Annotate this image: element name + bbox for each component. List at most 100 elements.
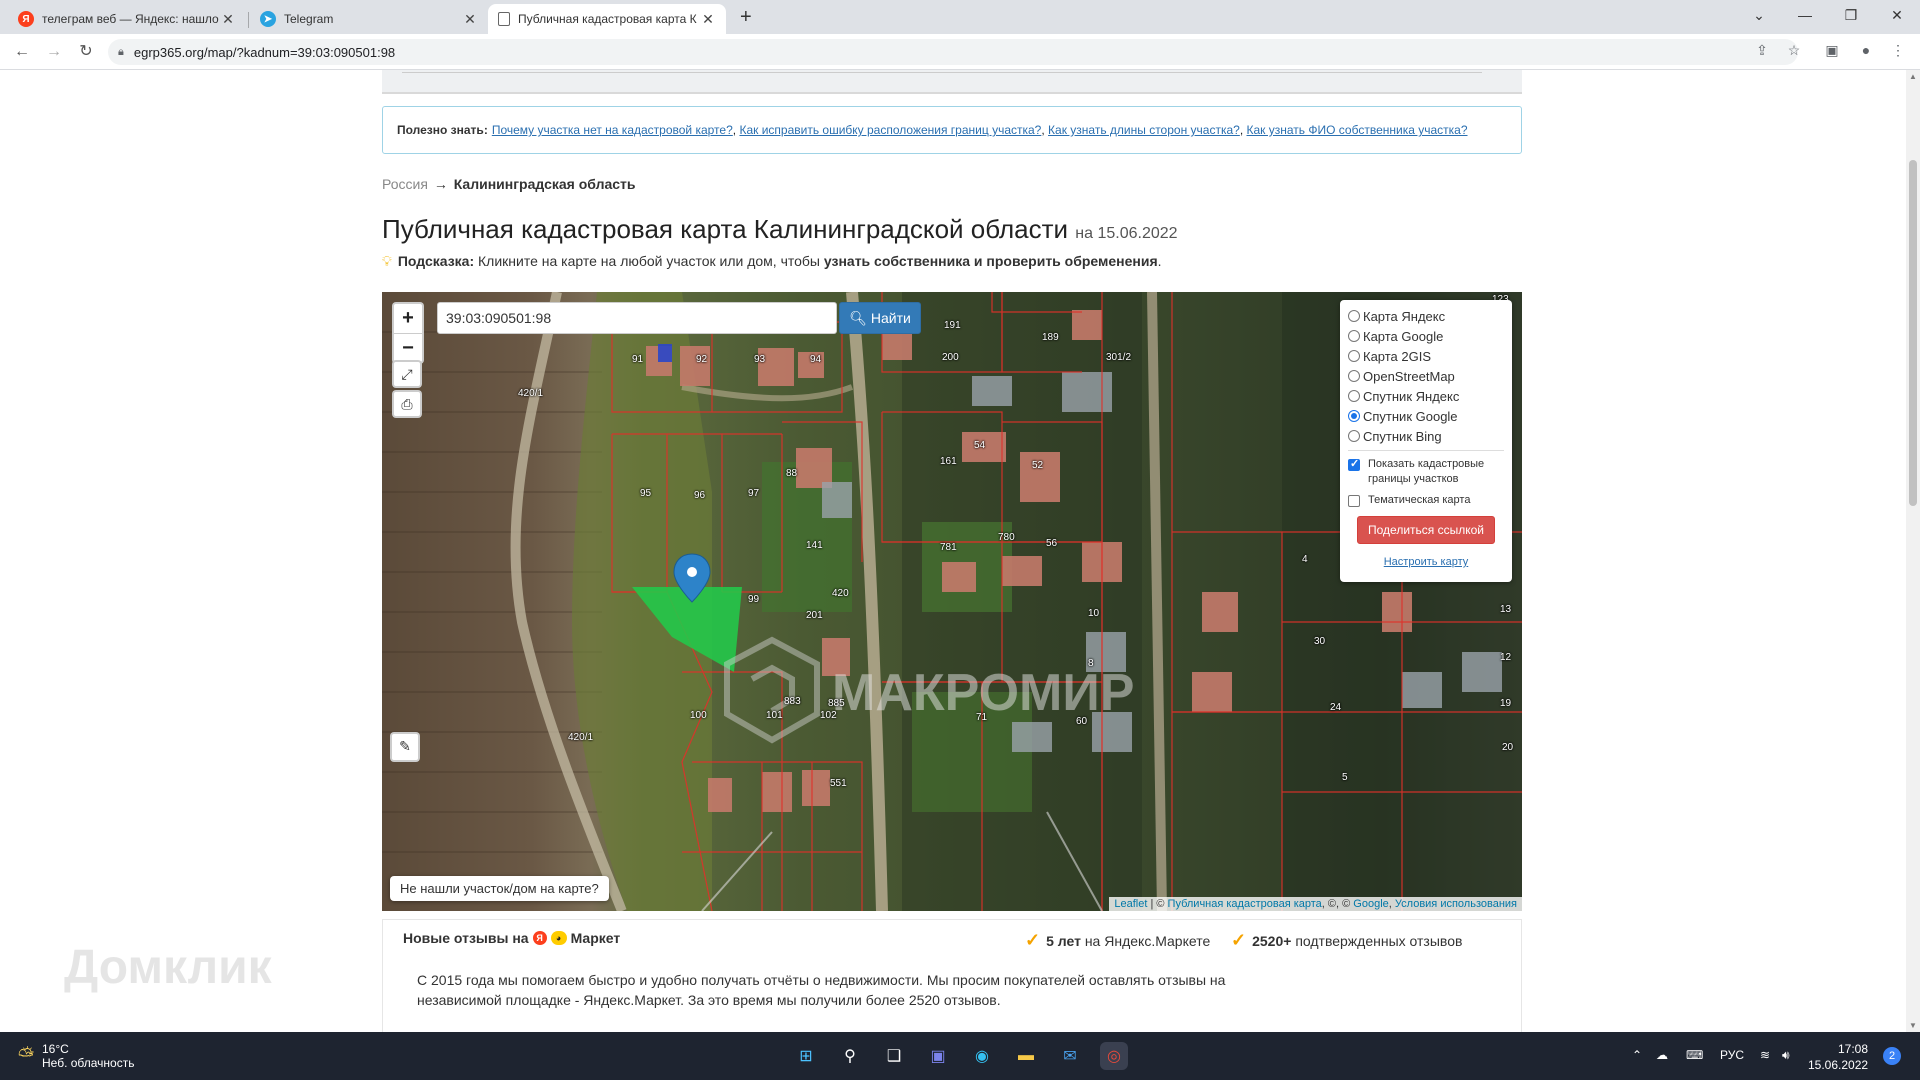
scroll-up-icon[interactable]: ▲ [1906,72,1920,81]
weather-widget[interactable]: ⛅︎ 16°C Неб. облачность [18,1042,134,1070]
scrollbar-thumb[interactable] [1909,160,1917,506]
tab-telegram[interactable]: ➤ Telegram ✕ [250,4,488,34]
ruler-icon[interactable]: ✎ [390,732,420,762]
checkbox-checked-icon[interactable] [1348,457,1360,472]
wifi-icon[interactable]: ≋ [1760,1048,1770,1062]
tray-chevron-icon[interactable]: ⌃ [1632,1048,1642,1062]
file-explorer-icon[interactable]: ▬ [1012,1042,1040,1070]
network-alert-icon[interactable]: ☁ [1656,1048,1668,1062]
radio-icon[interactable] [1348,330,1360,342]
parcel-number-label: 20 [1502,742,1514,753]
parcel-number-label: 4 [1302,554,1308,565]
edge-icon[interactable]: ◉ [968,1042,996,1070]
link-side-lengths[interactable]: Как узнать длины сторон участка? [1048,123,1240,137]
close-tab-icon[interactable]: ✕ [700,11,716,28]
breadcrumb-root[interactable]: Россия [382,176,428,192]
radio-icon[interactable] [1348,430,1360,442]
vertical-scrollbar[interactable]: ▲ ▼ [1906,70,1920,1032]
tab-search-icon[interactable]: ⌄ [1736,4,1782,26]
checkbox-icon[interactable] [1348,495,1360,507]
parcel-number-label: 10 [1088,608,1100,619]
reload-icon[interactable]: ↻ [74,41,98,63]
configure-map-link[interactable]: Настроить карту [1348,556,1504,568]
share-icon[interactable]: ⇪ [1752,42,1772,59]
link-owner-name[interactable]: Как узнать ФИО собственника участка? [1247,123,1468,137]
terms-link[interactable]: Условия использования [1395,898,1517,910]
layer-option-yandex-satellite[interactable]: Спутник Яндекс [1348,386,1504,406]
chrome-icon[interactable]: ◎ [1100,1042,1128,1070]
radio-icon[interactable] [1348,350,1360,362]
link-fix-boundary[interactable]: Как исправить ошибку расположения границ… [739,123,1041,137]
fullscreen-icon[interactable]: ⤢ [392,360,422,388]
radio-selected-icon[interactable] [1348,410,1360,422]
mail-icon[interactable]: ✉ [1056,1042,1084,1070]
notification-badge[interactable]: 2 [1883,1047,1901,1065]
useful-info-box: Полезно знать: Почему участка нет на кад… [382,106,1522,154]
cadastral-map[interactable]: МАКРОМИР 91 92 93 94 420/1 95 96 97 88 99 141 201 42… [382,292,1522,911]
domclick-watermark: Домклик [64,941,272,994]
radio-icon[interactable] [1348,310,1360,322]
radio-icon[interactable] [1348,390,1360,402]
side-panel-icon[interactable]: ▣ [1822,42,1842,59]
parcel-number-label: 780 [998,532,1015,543]
keyboard-icon[interactable]: ⌨ [1686,1048,1703,1062]
minimize-icon[interactable]: — [1782,4,1828,26]
url-text: egrp365.org/map/?kadnum=39:03:090501:98 [133,44,396,60]
layer-option-bing-satellite[interactable]: Спутник Bing [1348,426,1504,446]
bookmark-star-icon[interactable]: ☆ [1784,42,1804,59]
parcel-number-label: 781 [940,542,957,553]
page-title-date: на 15.06.2022 [1075,225,1178,242]
close-window-icon[interactable]: ✕ [1874,4,1920,26]
page-viewport: Полезно знать: Почему участка нет на кад… [0,70,1906,1032]
back-icon[interactable]: ← [10,41,34,63]
cadastral-number-input[interactable] [437,302,837,334]
close-tab-icon[interactable]: ✕ [462,11,478,28]
task-view-icon[interactable]: ❑ [880,1042,908,1070]
layer-option-2gis-map[interactable]: Карта 2GIS [1348,346,1504,366]
parcel-number-label: 100 [690,710,707,721]
partly-cloudy-icon: ⛅︎ [18,1045,34,1067]
zoom-out-button[interactable]: − [394,333,422,362]
overlay-thematic-map[interactable]: Тематическая карта [1348,493,1504,508]
layer-option-google-satellite[interactable]: Спутник Google [1348,406,1504,426]
input-language[interactable]: РУС [1720,1048,1744,1062]
maximize-icon[interactable]: ❐ [1828,4,1874,26]
find-button[interactable]: 🔍︎ Найти [839,302,921,334]
close-tab-icon[interactable]: ✕ [220,11,236,28]
layer-label: Карта Яндекс [1363,308,1446,324]
tab-label: Telegram [284,12,334,26]
zoom-in-button[interactable]: + [394,304,422,333]
search-icon[interactable]: ⚲ [836,1042,864,1070]
menu-kebab-icon[interactable]: ⋮ [1888,42,1908,59]
leaflet-link[interactable]: Leaflet [1114,898,1147,910]
overlay-cadastral-borders[interactable]: Показать кадастровые границы участков [1348,457,1504,487]
radio-icon[interactable] [1348,370,1360,382]
parcel-number-label: 54 [974,440,986,451]
layer-switcher: Карта Яндекс Карта Google Карта 2GIS Ope… [1340,300,1512,582]
lock-icon[interactable]: 🔒︎ [118,46,124,59]
layer-option-yandex-map[interactable]: Карта Яндекс [1348,306,1504,326]
google-link[interactable]: Google [1353,898,1388,910]
parcel-number-label: 56 [1046,538,1058,549]
layer-option-google-map[interactable]: Карта Google [1348,326,1504,346]
parcel-number-label: 161 [940,456,957,467]
clock[interactable]: 17:08 15.06.2022 [1808,1041,1868,1073]
tab-cadastral-map[interactable]: Публичная кадастровая карта К ✕ [488,4,726,34]
not-found-button[interactable]: Не нашли участок/дом на карте? [390,876,609,901]
parcel-number-label: 94 [810,354,822,365]
tab-yandex-search[interactable]: Я телеграм веб — Яндекс: нашло ✕ [8,4,246,34]
share-link-button[interactable]: Поделиться ссылкой [1357,516,1495,544]
parcel-number-label: 5 [1342,772,1348,783]
forward-icon[interactable]: → [42,41,66,63]
address-bar[interactable]: 🔒︎ egrp365.org/map/?kadnum=39:03:090501:… [108,39,1798,65]
print-icon[interactable]: ⎙ [392,390,422,418]
windows-start-icon[interactable]: ⊞ [792,1042,820,1070]
layer-option-osm[interactable]: OpenStreetMap [1348,366,1504,386]
scroll-down-icon[interactable]: ▼ [1906,1021,1920,1030]
volume-icon[interactable]: 🔊︎ [1782,1048,1790,1063]
new-tab-icon[interactable]: + [740,6,752,29]
link-no-parcel[interactable]: Почему участка нет на кадастровой карте? [492,123,733,137]
teams-chat-icon[interactable]: ▣ [924,1042,952,1070]
profile-avatar-icon[interactable]: ● [1856,42,1876,58]
cadastral-map-link[interactable]: Публичная кадастровая карта [1168,898,1322,910]
